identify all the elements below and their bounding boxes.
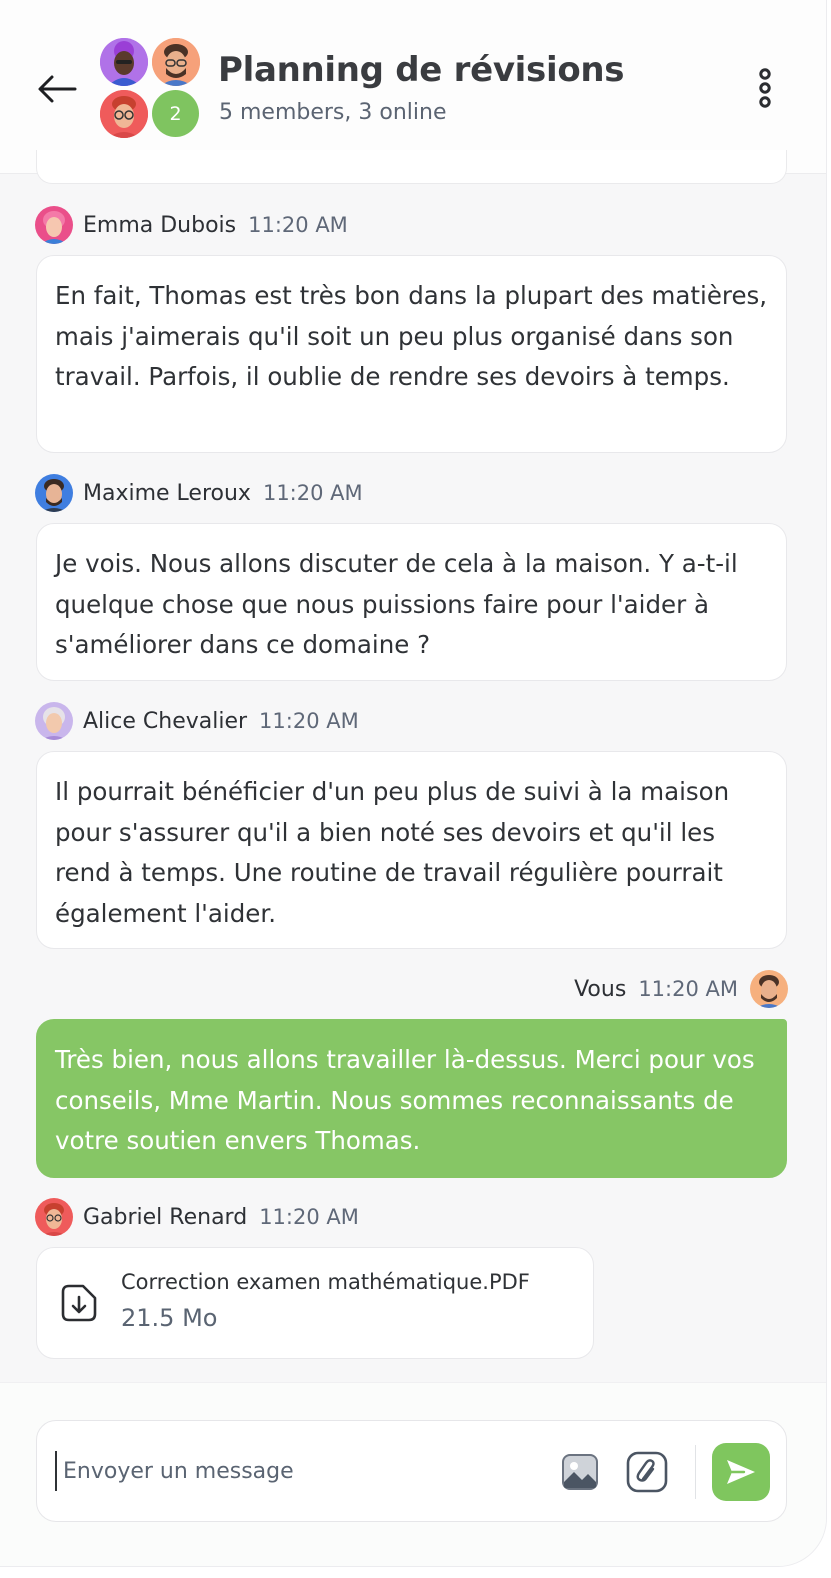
sender-name: Emma Dubois xyxy=(83,212,237,238)
sender-name: Alice Chevalier xyxy=(83,708,248,734)
avatar xyxy=(750,970,788,1008)
chat-title: Planning de révisions xyxy=(218,50,625,90)
sender-name: Maxime Leroux xyxy=(83,480,251,506)
attachment-icon xyxy=(626,1451,668,1493)
more-options-button[interactable] xyxy=(745,64,785,112)
more-vertical-icon xyxy=(759,68,771,108)
member-avatar xyxy=(100,90,148,138)
back-button[interactable] xyxy=(34,66,80,112)
image-button[interactable] xyxy=(557,1449,603,1495)
avatar xyxy=(35,206,73,244)
file-size: 21.5 Mo xyxy=(121,1304,218,1332)
message-input[interactable] xyxy=(55,1451,535,1491)
group-avatars: 2 xyxy=(100,38,200,138)
avatar xyxy=(35,474,73,512)
image-icon xyxy=(562,1454,598,1490)
message-bubble: En fait, Thomas est très bon dans la plu… xyxy=(36,255,787,453)
composer-divider xyxy=(695,1445,696,1499)
attachment-button[interactable] xyxy=(624,1449,670,1495)
chat-header: 2 Planning de révisions 5 members, 3 onl… xyxy=(0,0,826,174)
my-message-bubble: Très bien, nous allons travailler là-des… xyxy=(36,1019,787,1178)
message-time: 11:20 AM xyxy=(259,1205,359,1229)
avatar xyxy=(35,702,73,740)
message-header: Maxime Leroux 11:20 AM xyxy=(35,473,363,513)
sender-name: Vous xyxy=(574,976,627,1002)
message-header: Vous 11:20 AM xyxy=(574,969,788,1009)
message-header: Alice Chevalier 11:20 AM xyxy=(35,701,359,741)
send-button[interactable] xyxy=(712,1443,770,1501)
chat-screen: 2 Planning de révisions 5 members, 3 onl… xyxy=(0,0,826,1566)
arrow-left-icon xyxy=(38,75,77,103)
extra-members-count: 2 xyxy=(152,90,199,137)
message-time: 11:20 AM xyxy=(248,213,348,237)
message-composer xyxy=(36,1420,787,1522)
file-name: Correction examen mathématique.PDF xyxy=(121,1270,530,1294)
message-header: Gabriel Renard 11:20 AM xyxy=(35,1197,359,1237)
message-time: 11:20 AM xyxy=(638,977,738,1001)
message-bubble: Il pourrait bénéficier d'un peu plus de … xyxy=(36,751,787,949)
message-time: 11:20 AM xyxy=(259,709,359,733)
file-attachment[interactable]: Correction examen mathématique.PDF 21.5 … xyxy=(36,1247,594,1359)
message-header: Emma Dubois 11:20 AM xyxy=(35,205,348,245)
previous-message-bubble xyxy=(36,150,787,184)
member-avatar xyxy=(152,38,200,86)
message-bubble: Je vois. Nous allons discuter de cela à … xyxy=(36,523,787,681)
file-download-icon xyxy=(61,1284,97,1322)
member-avatar xyxy=(100,38,148,86)
send-icon xyxy=(727,1460,755,1484)
sender-name: Gabriel Renard xyxy=(83,1204,248,1230)
chat-subtitle: 5 members, 3 online xyxy=(219,100,447,125)
message-time: 11:20 AM xyxy=(262,481,363,505)
avatar xyxy=(35,1198,73,1236)
